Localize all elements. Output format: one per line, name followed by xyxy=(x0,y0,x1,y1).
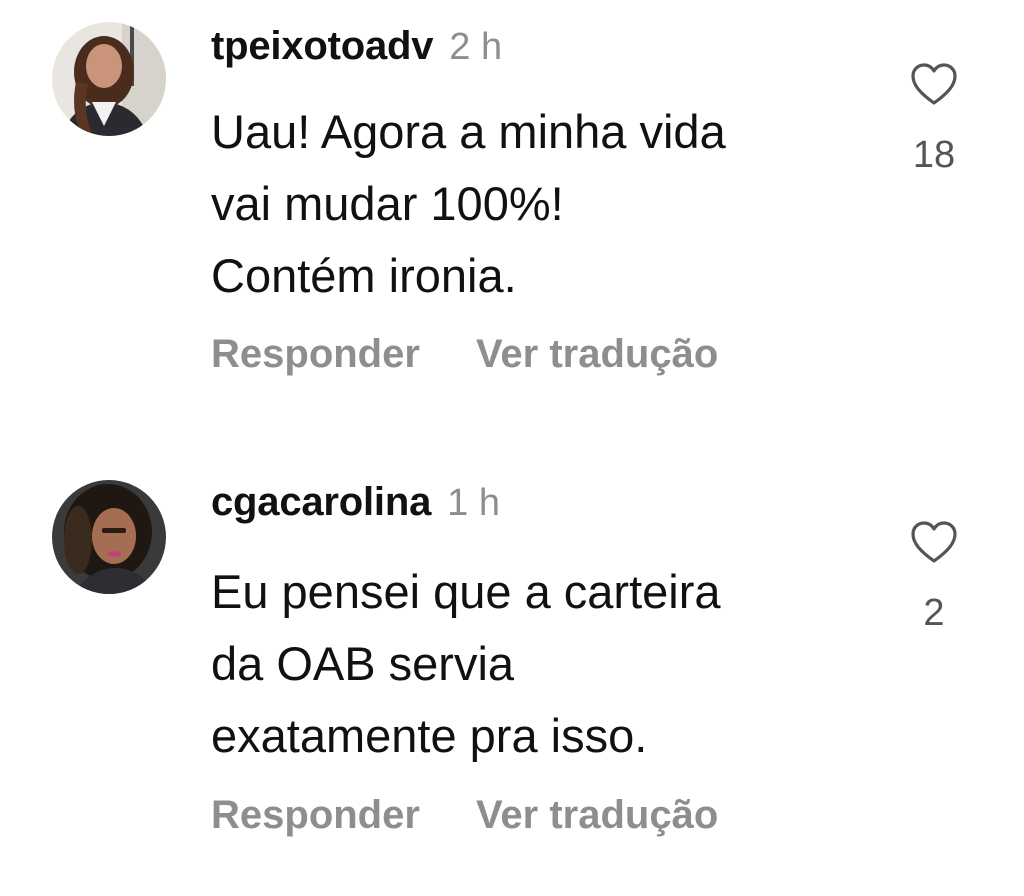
comment-text: Eu pensei que a carteira da OAB servia e… xyxy=(211,556,871,772)
see-translation-button[interactable]: Ver tradução xyxy=(476,332,718,377)
comment-text-line: da OAB servia xyxy=(211,637,515,690)
comment-text-line: Eu pensei que a carteira xyxy=(211,565,721,618)
comment-item: tpeixotoadv 2 h Uau! Agora a minha vida … xyxy=(0,0,1024,440)
comment-text-line: Uau! Agora a minha vida xyxy=(211,105,726,158)
comment-header: tpeixotoadv 2 h xyxy=(211,24,502,74)
heart-icon[interactable] xyxy=(910,62,958,106)
like-count: 18 xyxy=(912,134,956,176)
avatar[interactable] xyxy=(52,480,166,594)
avatar-image xyxy=(52,480,166,594)
reply-button[interactable]: Responder xyxy=(211,793,420,838)
comment-text: Uau! Agora a minha vida vai mudar 100%! … xyxy=(211,96,871,312)
username[interactable]: cgacarolina xyxy=(211,480,431,525)
like-control: 18 xyxy=(900,62,968,177)
like-count: 2 xyxy=(923,592,945,634)
comment-text-line: Contém ironia. xyxy=(211,249,517,302)
comment-actions: Responder Ver tradução xyxy=(211,332,718,377)
comment-header: cgacarolina 1 h xyxy=(211,480,500,530)
comment-actions: Responder Ver tradução xyxy=(211,793,718,838)
avatar[interactable] xyxy=(52,22,166,136)
avatar-image xyxy=(52,22,166,136)
username[interactable]: tpeixotoadv xyxy=(211,24,433,69)
comment-text-line: vai mudar 100%! xyxy=(211,177,564,230)
like-control: 2 xyxy=(900,520,968,635)
timestamp: 1 h xyxy=(447,482,500,524)
reply-button[interactable]: Responder xyxy=(211,332,420,377)
comment-item: cgacarolina 1 h Eu pensei que a carteira… xyxy=(0,460,1024,896)
heart-icon[interactable] xyxy=(910,520,958,564)
comment-text-line: exatamente pra isso. xyxy=(211,709,648,762)
see-translation-button[interactable]: Ver tradução xyxy=(476,793,718,838)
timestamp: 2 h xyxy=(449,26,503,68)
